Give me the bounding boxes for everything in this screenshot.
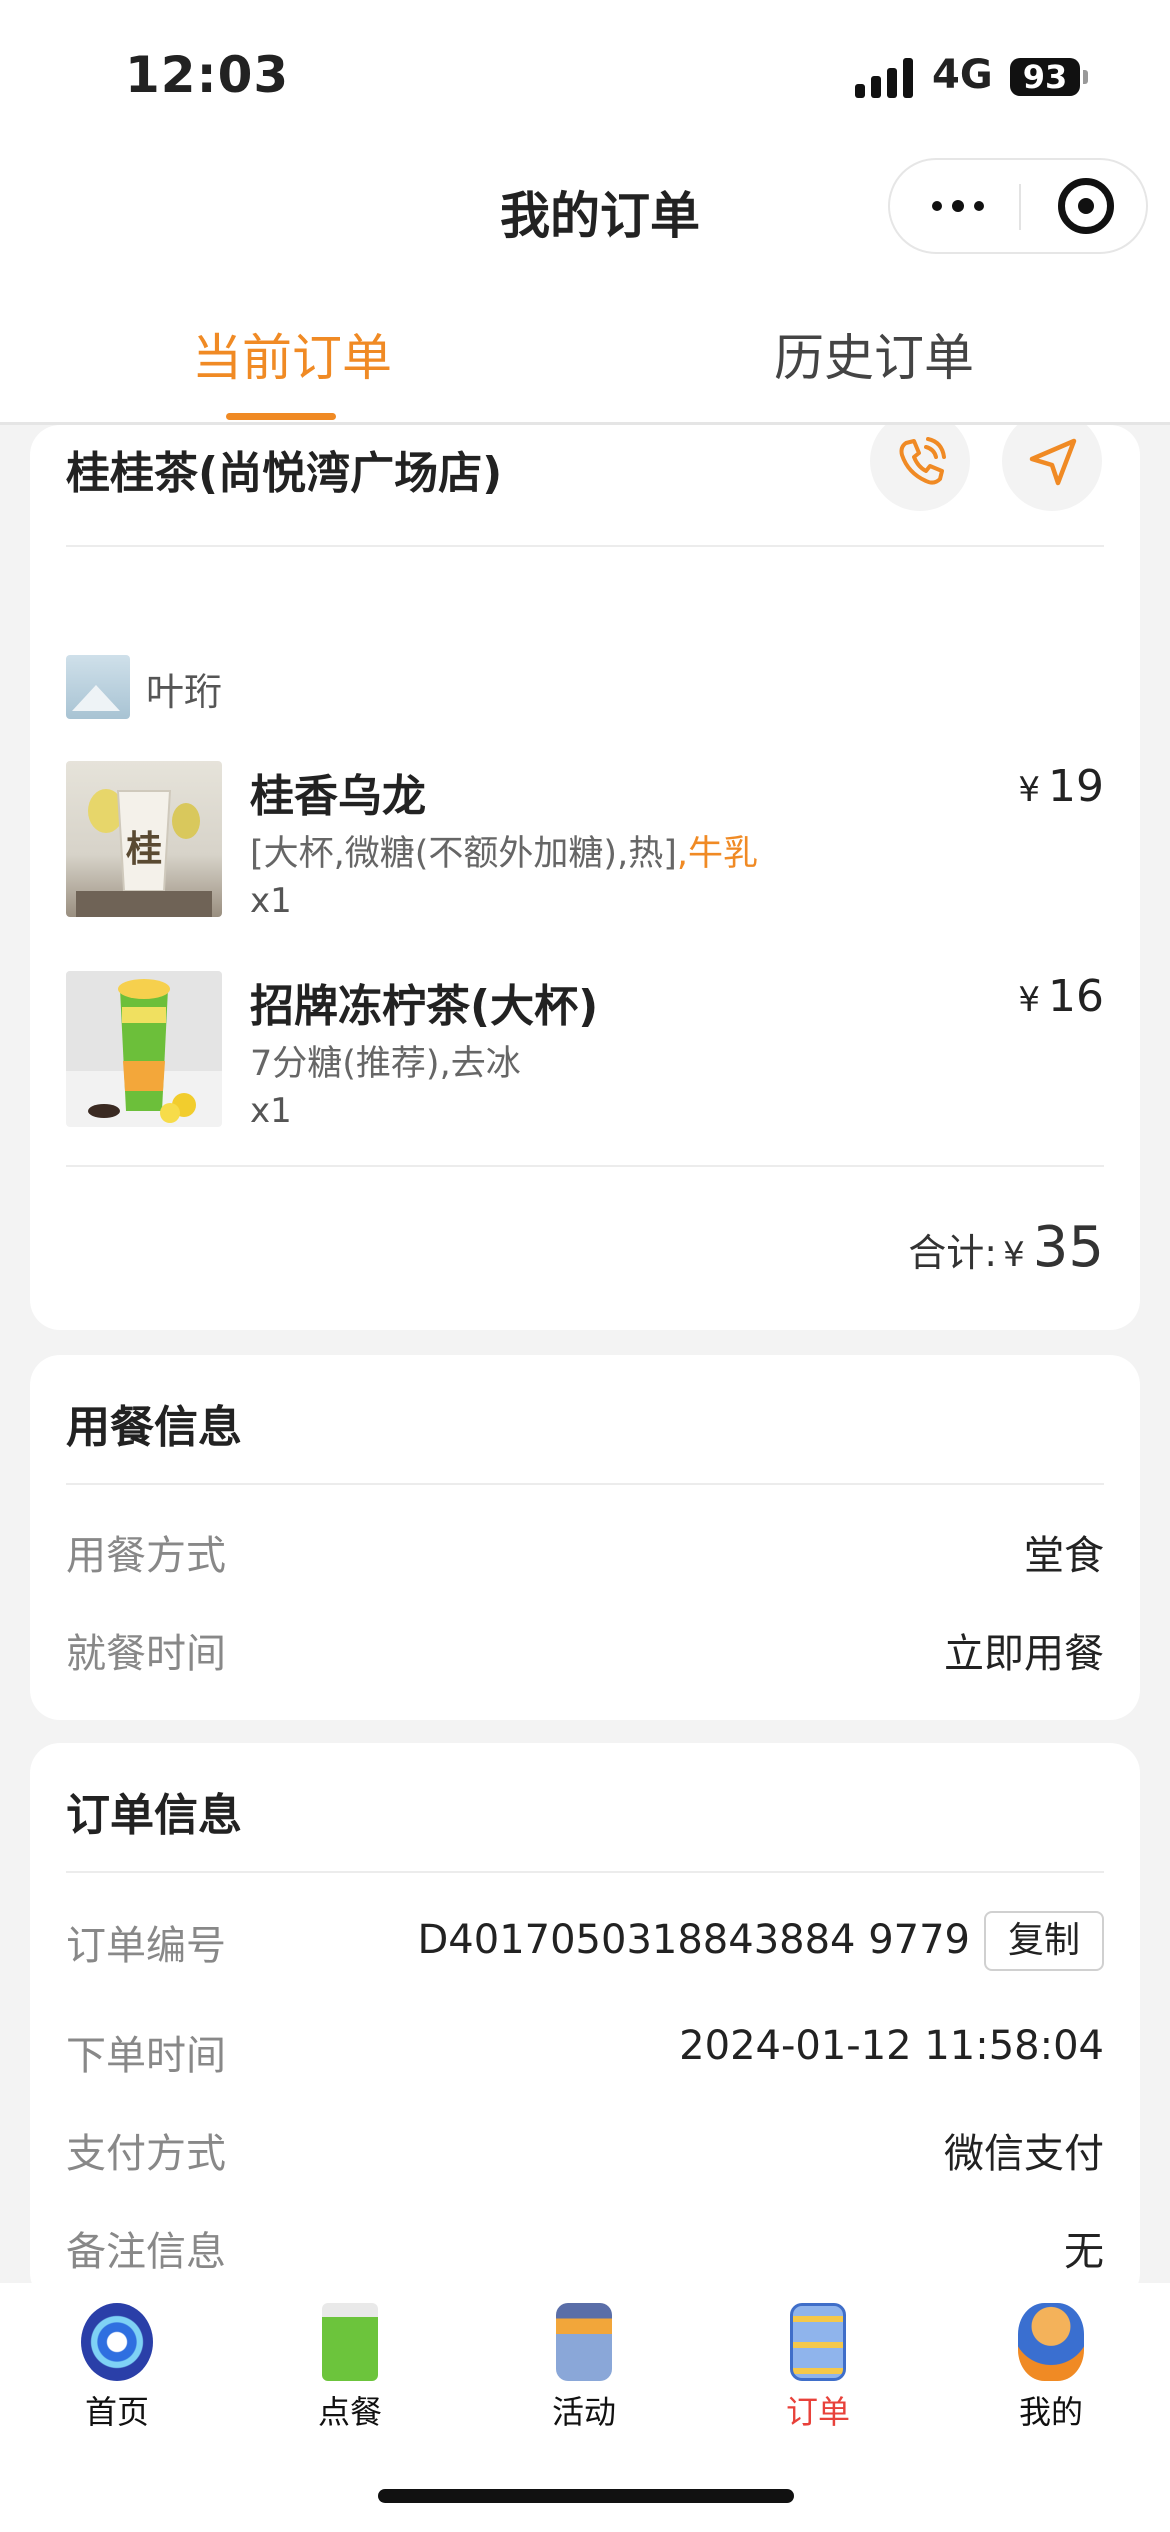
store-divider <box>66 545 1104 547</box>
milk-tea-cup-icon: 桂 <box>76 789 212 917</box>
item-quantity: x1 <box>250 881 292 921</box>
phone-icon <box>899 437 946 485</box>
order-card: 桂桂茶(尚悦湾广场店) 叶珩 桂 桂香乌龙 [大杯,微糖(不额外加糖),热],牛… <box>30 425 1140 1330</box>
item-name: 桂香乌龙 <box>250 771 426 822</box>
tab-active-indicator <box>226 413 336 420</box>
navigate-store-button[interactable] <box>1002 425 1102 511</box>
payment-method-value: 微信支付 <box>944 2131 1104 2177</box>
order-tabs: 当前订单 历史订单 <box>0 270 1170 425</box>
bottom-nav-orders[interactable]: 订单 <box>738 2303 898 2433</box>
battery-icon: 93 <box>1010 58 1080 96</box>
tab-history-orders[interactable]: 历史订单 <box>624 318 1124 390</box>
item-quantity: x1 <box>250 1091 292 1131</box>
capsule-divider <box>1019 184 1021 230</box>
bottom-nav-order-food[interactable]: 点餐 <box>270 2303 430 2433</box>
home-indicator <box>378 2489 794 2503</box>
navigation-bar: 我的订单 <box>0 150 1170 270</box>
section-title: 订单信息 <box>66 1790 242 1841</box>
store-name: 桂桂茶(尚悦湾广场店) <box>66 448 503 499</box>
more-icon[interactable] <box>930 160 1010 252</box>
status-time: 12:03 <box>125 46 290 104</box>
signal-icon <box>855 58 915 98</box>
dining-time-label: 就餐时间 <box>66 1631 226 1677</box>
bottom-nav-activity[interactable]: 活动 <box>504 2303 664 2433</box>
item-name: 招牌冻柠茶(大杯) <box>250 981 599 1032</box>
remarks-value: 无 <box>1064 2229 1104 2275</box>
section-divider <box>66 1483 1104 1485</box>
svg-text:桂: 桂 <box>126 829 162 870</box>
item-spec: 7分糖(推荐),去冰 <box>250 1044 521 1084</box>
order-total: 合计: ¥35 <box>908 1215 1104 1280</box>
order-time-label: 下单时间 <box>66 2033 226 2079</box>
orders-icon <box>790 2303 846 2381</box>
order-food-icon <box>322 2303 378 2381</box>
order-number-label: 订单编号 <box>66 1923 226 1969</box>
order-number-value: D4017050318843884 9779 <box>417 1917 971 1963</box>
bottom-nav-home[interactable]: 首页 <box>37 2303 197 2433</box>
product-image <box>66 971 222 1127</box>
status-bar: 12:03 4G 93 <box>0 0 1170 150</box>
payment-method-label: 支付方式 <box>66 2131 226 2177</box>
dining-mode-label: 用餐方式 <box>66 1533 226 1579</box>
miniprogram-capsule <box>888 158 1148 254</box>
dining-mode-value: 堂食 <box>1024 1533 1104 1579</box>
remarks-label: 备注信息 <box>66 2229 226 2275</box>
item-price: ¥16 <box>1018 971 1104 1022</box>
home-icon <box>81 2303 153 2381</box>
section-divider <box>66 1871 1104 1873</box>
activity-icon <box>556 2303 612 2381</box>
copy-order-number-button[interactable]: 复制 <box>984 1911 1104 1971</box>
profile-icon <box>1018 2303 1084 2381</box>
battery-tip <box>1083 70 1088 84</box>
user-name: 叶珩 <box>146 670 223 714</box>
lemon-tea-cup-icon <box>66 971 222 1123</box>
user-avatar <box>66 655 130 719</box>
items-divider <box>66 1165 1104 1167</box>
navigation-arrow-icon <box>1029 438 1077 486</box>
dining-time-value: 立即用餐 <box>944 1631 1104 1677</box>
network-type: 4G <box>932 52 993 98</box>
bottom-nav-profile[interactable]: 我的 <box>971 2303 1131 2433</box>
close-target-icon[interactable] <box>1058 178 1114 234</box>
item-price: ¥19 <box>1018 761 1104 812</box>
order-info-card: 订单信息 订单编号 D4017050318843884 9779 复制 下单时间… <box>30 1743 1140 2303</box>
section-title: 用餐信息 <box>66 1402 242 1453</box>
product-image: 桂 <box>66 761 222 917</box>
dining-info-card: 用餐信息 用餐方式 堂食 就餐时间 立即用餐 <box>30 1355 1140 1720</box>
call-store-button[interactable] <box>870 425 970 511</box>
item-spec: [大杯,微糖(不额外加糖),热],牛乳 <box>250 834 759 874</box>
order-time-value: 2024-01-12 11:58:04 <box>679 2023 1104 2069</box>
tab-current-orders[interactable]: 当前订单 <box>42 318 542 390</box>
